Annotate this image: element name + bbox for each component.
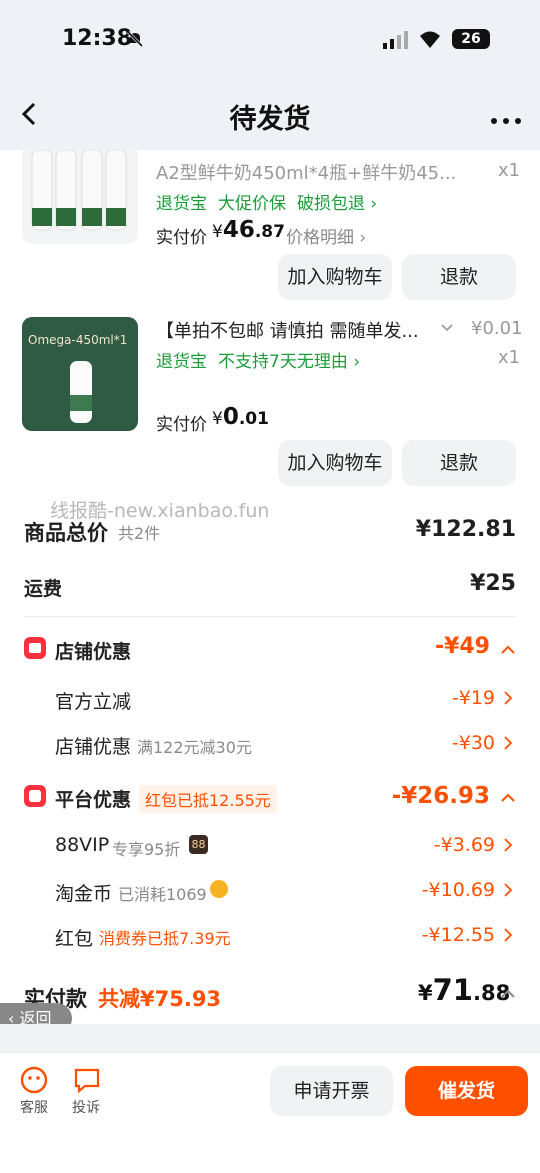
mute-icon: [126, 30, 144, 48]
urge-shipping-button[interactable]: 催发货: [405, 1066, 528, 1116]
complaint-label[interactable]: 投诉: [72, 1097, 100, 1117]
product-image-omega[interactable]: Omega-450ml*1: [22, 317, 138, 431]
item-qty: x1: [498, 160, 521, 181]
invoice-button[interactable]: 申请开票: [270, 1066, 393, 1116]
price-symbol: ¥: [212, 409, 223, 429]
shop-discount-label: 店铺优惠: [55, 641, 132, 663]
chevron-right-icon[interactable]: [503, 735, 513, 751]
chevron-right-icon[interactable]: [503, 927, 513, 943]
coin-sub: 已消耗1069: [118, 885, 207, 904]
status-time: 12:38: [62, 26, 133, 51]
shipping-value: ¥25: [470, 571, 516, 596]
price-detail-link[interactable]: 价格明细 ›: [286, 223, 366, 248]
chevron-up-icon[interactable]: [500, 790, 516, 804]
shop-coupon-label: 店铺优惠: [55, 736, 132, 758]
vip-value: -¥3.69: [433, 834, 495, 856]
item-unit-price: ¥0.01: [471, 318, 523, 339]
more-icon[interactable]: [490, 110, 522, 124]
tag-return-insurance: 退货宝: [156, 352, 207, 372]
item-name[interactable]: 【单拍不包邮 请慎拍 需随单发...: [156, 317, 419, 343]
signal-icon: [383, 31, 409, 49]
page-title: 待发货: [229, 104, 311, 135]
service-label[interactable]: 客服: [20, 1097, 48, 1117]
chevron-right-icon[interactable]: [503, 690, 513, 706]
item-qty: x1: [498, 347, 521, 368]
section-gap: [0, 1024, 540, 1052]
total-label: 商品总价: [24, 521, 108, 545]
paid-price: ¥0.01: [212, 404, 269, 430]
price-int: 0: [222, 404, 239, 430]
tag-no-7day-return[interactable]: 不支持7天无理由 ›: [218, 347, 360, 372]
product-image-milk[interactable]: [22, 150, 138, 244]
chevron-down-icon[interactable]: [440, 320, 454, 334]
platform-discount-value: -¥26.93: [391, 783, 490, 809]
price-dec: .01: [238, 409, 269, 429]
paid-total-value: ¥71.88: [418, 973, 510, 1007]
redpack-label: 红包: [55, 928, 94, 950]
chevron-right-icon[interactable]: [503, 882, 513, 898]
official-discount-value: -¥19: [451, 687, 495, 709]
paid-price-label: 实付价: [156, 228, 207, 248]
shipping-label: 运费: [24, 578, 63, 600]
vip-label: 88VIP: [55, 834, 110, 856]
wifi-icon: [418, 29, 442, 49]
shop-discount-icon: [24, 637, 46, 659]
redpack-value: -¥12.55: [421, 924, 495, 946]
vip-sub: 专享95折: [112, 840, 181, 859]
battery-level: 26: [461, 31, 481, 47]
total-value: ¥122.81: [415, 517, 516, 542]
refund-button[interactable]: 退款: [402, 440, 516, 486]
paid-price: ¥46.87: [212, 217, 285, 243]
official-discount-label: 官方立减: [55, 691, 132, 713]
platform-discount-label: 平台优惠: [55, 789, 132, 811]
service-icon[interactable]: [20, 1066, 48, 1094]
redpack-sub: 消费券已抵7.39元: [99, 929, 231, 948]
paid-price-label: 实付价: [156, 415, 207, 435]
tag-return-insurance: 退货宝: [156, 194, 207, 214]
shop-coupon-sub: 满122元减30元: [137, 738, 252, 757]
refund-button[interactable]: 退款: [402, 254, 516, 300]
coin-icon: [210, 880, 228, 898]
price-int: 46: [222, 217, 255, 243]
chevron-right-icon[interactable]: [503, 837, 513, 853]
complaint-icon[interactable]: [73, 1066, 101, 1094]
paid-symbol: ¥: [418, 981, 433, 1005]
shop-coupon-value: -¥30: [451, 732, 495, 754]
chevron-up-icon[interactable]: [500, 642, 516, 656]
add-to-cart-button[interactable]: 加入购物车: [278, 254, 392, 300]
platform-redpack-tag: 红包已抵12.55元: [139, 785, 277, 813]
price-symbol: ¥: [212, 222, 223, 242]
item-name[interactable]: A2型鲜牛奶450ml*4瓶+鲜牛奶45...: [156, 159, 456, 185]
paid-int: 71: [432, 973, 473, 1007]
shop-discount-value: -¥49: [434, 634, 490, 659]
total-saved: 共减¥75.93: [98, 987, 222, 1011]
battery-icon: 26: [452, 29, 490, 49]
platform-discount-icon: [24, 785, 46, 807]
vip-badge: 88: [189, 835, 208, 854]
divider: [24, 616, 516, 617]
chevron-up-icon[interactable]: [500, 986, 516, 1000]
total-count: 共2件: [118, 524, 161, 543]
tag-damage-return[interactable]: 破损包退 ›: [297, 189, 377, 214]
coin-value: -¥10.69: [421, 879, 495, 901]
add-to-cart-button[interactable]: 加入购物车: [278, 440, 392, 486]
price-dec: .87: [254, 222, 285, 242]
coin-label: 淘金币: [55, 883, 113, 905]
tag-price-protect: 大促价保: [218, 194, 286, 214]
